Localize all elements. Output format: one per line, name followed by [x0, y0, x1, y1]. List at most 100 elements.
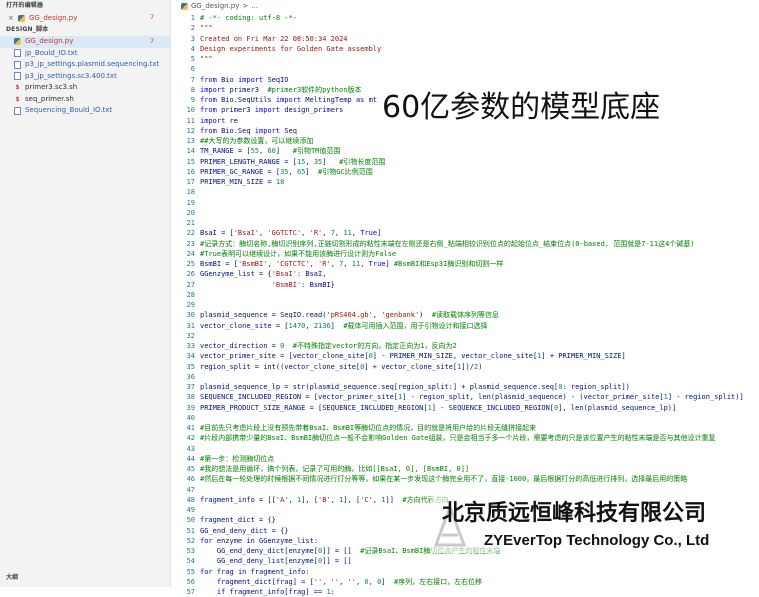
code-text: import primer3 #primer3软件的python版本 [200, 85, 361, 95]
close-icon[interactable]: × [8, 12, 18, 24]
code-line[interactable]: 12 from Bio.Seq import Seq [171, 126, 759, 136]
code-text: vector_primer_site = [vector_clone_site[… [200, 351, 626, 361]
code-line[interactable]: 15 PRIMER_LENGTH_RANGE = [15, 35] #引物长度范围 [171, 157, 759, 167]
python-file-icon [181, 2, 188, 10]
code-token: , [322, 577, 331, 586]
code-line[interactable]: 23 #记录方式：酶切名称,酶切识别序列,正链切割形成的粘性末端在左侧还是右侧_粘… [171, 239, 759, 249]
code-token: #BsmBI和Esp3I酶识别和切割一样 [393, 260, 504, 268]
code-line[interactable]: 1 # -*- coding: utf-8 -*- [171, 13, 759, 23]
code-token: GGenzyme_list = { [200, 270, 272, 279]
code-line[interactable]: 56 fragment_dict[frag] = ['', '', '', 0,… [171, 577, 759, 587]
breadcrumb-more[interactable]: ... [251, 0, 258, 12]
code-line[interactable]: 22 BsaI = ['BsaI', 'GGTCTC', 'R', 7, 11, … [171, 228, 759, 238]
code-token: ] + PRIMER_MIN_SIZE] [541, 352, 626, 361]
open-editor-item[interactable]: × GG_design.py 7 [0, 12, 170, 24]
code-token: Created on Fri Mar 22 08:50:34 2024 [200, 34, 348, 43]
code-line[interactable]: 4 Design experiments for Golden Gate asse… [171, 44, 759, 54]
code-line[interactable]: 26 GGenzyme_list = {'BsaI': BsaI, [171, 269, 759, 279]
code-line[interactable]: 45 #我的想法是用循环，搞个列表，记录了可用的酶，比如[[BsaI, 0], [… [171, 464, 759, 474]
code-token: #记录方式：酶切名称,酶切识别序列,正链切割形成的粘性末端在左侧还是右侧_粘端相… [200, 239, 695, 248]
file-item[interactable]: $ primer3.sc3.sh [0, 82, 170, 94]
code-line[interactable]: 14 TM_RANGE = [55, 60] #引物TM值范围 [171, 146, 759, 156]
code-line[interactable]: 36 [171, 372, 759, 382]
code-token: #目前先只考虑片段上没有预先带着BsaI、BsmBI等酶切位点的情况，目的就是将… [200, 424, 537, 432]
code-line[interactable]: 43 [171, 444, 759, 454]
code-token: design_primers [284, 106, 344, 115]
code-line[interactable]: 33 vector_direction = 0 #不特殊指定vector的方向，指… [171, 341, 759, 351]
code-line[interactable]: 32 [171, 331, 759, 341]
code-line[interactable]: 46 #然后在每一轮处理的时候根据不同情况进行打分等等，如果在某一步发现这个酶完全… [171, 474, 759, 484]
code-token: plasmid_sequence = SeqIO.read( [200, 311, 327, 320]
code-line[interactable]: 16 PRIMER_GC_RANGE = [35, 65] #引物GC比例范围 [171, 167, 759, 177]
code-token: 'pRS404.gb' [326, 311, 373, 320]
code-line[interactable]: 34 vector_primer_site = [vector_clone_sit… [171, 351, 759, 361]
code-line[interactable]: 41 #目前先只考虑片段上没有预先带着BsaI、BsmBI等酶切位点的情况，目的就… [171, 423, 759, 433]
code-token: enzyme [216, 536, 247, 545]
code-token: fragment_dict[frag] = [ [200, 577, 314, 586]
code-line[interactable]: 35 region_split = int((vector_clone_site[… [171, 362, 759, 372]
code-line[interactable]: 30 plasmid_sequence = SeqIO.read('pRS404.… [171, 310, 759, 320]
code-token: PRIMER_MIN_SIZE = [200, 178, 276, 186]
outline-title[interactable]: 大纲 [6, 572, 18, 581]
code-line[interactable]: 44 #第一步：检测酶切位点 [171, 454, 759, 464]
file-item[interactable]: $ seq_primer.sh [0, 94, 170, 106]
file-item[interactable]: p3_jp_settings.plasmid.sequencing.txt [0, 59, 170, 71]
code-line[interactable]: 21 [171, 218, 759, 228]
code-line[interactable]: 31 vector_clone_site = [1470, 2136] #载体可用… [171, 321, 759, 331]
code-line[interactable]: 39 PRIMER_PRODUCT_SIZE_RANGE = [SEQUENCE_… [171, 403, 759, 413]
code-line[interactable]: 40 [171, 413, 759, 423]
code-token: ] [385, 260, 394, 268]
open-editors-title[interactable]: 打开的编辑器 [0, 0, 170, 12]
line-number: 38 [186, 393, 195, 402]
code-token: , [343, 260, 352, 268]
code-text: fragment_info = [['A', 1], ['B', 1], ['C… [200, 495, 449, 505]
explorer-folder-title[interactable]: DESIGN_脚本 [0, 24, 170, 36]
code-token: MeltingTemp [305, 96, 356, 104]
code-token: '' [330, 577, 340, 586]
code-line[interactable]: 47 [171, 485, 759, 495]
code-line[interactable]: 42 #片段内部携带少量的BsaI、BsmBI酶切位点一般不会影响Golden G… [171, 433, 759, 443]
code-line[interactable]: 25 BsmBI = ['BsmBI', 'CGTCTC', 'R', 7, 11… [171, 259, 759, 269]
code-token: ] - SEQUENCE_INCLUDED_REGION[ [431, 403, 555, 412]
code-line[interactable]: 57 if fragment_info[frag] == 1: [171, 587, 759, 597]
code-token: #True表明可以继续设计，如果不能用该酶进行设计则为False [200, 249, 397, 258]
line-number: 6 [190, 65, 195, 74]
code-line[interactable]: 29 [171, 300, 759, 310]
code-line[interactable]: 24 #True表明可以继续设计，如果不能用该酶进行设计则为False [171, 249, 759, 259]
file-item[interactable]: p3_jp_settings.sc3.400.txt [0, 71, 170, 83]
code-line[interactable]: 6 [171, 64, 759, 74]
breadcrumb-separator: > [242, 2, 249, 10]
line-number: 22 [186, 229, 195, 238]
code-token: : [330, 588, 335, 596]
code-token: 'genbank' [381, 311, 420, 320]
line-number: 36 [186, 372, 195, 381]
code-line[interactable]: 28 [171, 290, 759, 300]
code-line[interactable]: 2 """ [171, 23, 759, 33]
code-line[interactable]: 17 PRIMER_MIN_SIZE = 18 [171, 177, 759, 187]
code-line[interactable]: 54 GG_end_deny_list[enzyme[0]] = [] [171, 556, 759, 566]
code-line[interactable]: 5 """ [171, 54, 759, 64]
file-item[interactable]: jp_Bould_IO.txt [0, 48, 170, 60]
breadcrumb-file[interactable]: GG_design.py [191, 0, 239, 12]
code-line[interactable]: 18 [171, 187, 759, 197]
code-line[interactable]: 27 'BsmBI': BsmBI} [171, 280, 759, 290]
code-line[interactable]: 55 for frag in fragment_info: [171, 567, 759, 577]
code-token: ] [275, 147, 293, 156]
code-token: vector_direction = [200, 342, 281, 350]
code-line[interactable]: 20 [171, 208, 759, 218]
code-line[interactable]: 37 plasmid_sequence_lp = str(plasmid_sequ… [171, 382, 759, 392]
code-line[interactable]: 19 [171, 198, 759, 208]
code-token: primer3 [229, 85, 268, 94]
explorer-sidebar: 打开的编辑器 × GG_design.py 7 DESIGN_脚本 GG_des… [0, 0, 171, 587]
code-token: '' [347, 577, 356, 586]
file-item[interactable]: GG_design.py 7 [0, 36, 170, 48]
code-token: ) [478, 362, 483, 371]
code-token: : BsmBI} [301, 280, 335, 289]
line-number: 23 [186, 239, 195, 248]
code-line[interactable]: 13 ##大写的为参数设置，可以继续添加 [171, 136, 759, 146]
code-line[interactable]: 3 Created on Fri Mar 22 08:50:34 2024 [171, 34, 759, 44]
code-token: ] [322, 157, 340, 166]
file-item[interactable]: Sequencing_Bould_IO.txt [0, 105, 170, 117]
code-line[interactable]: 38 SEQUENCE_INCLUDED_REGION = [vector_pri… [171, 392, 759, 402]
code-token: ] [330, 321, 344, 330]
